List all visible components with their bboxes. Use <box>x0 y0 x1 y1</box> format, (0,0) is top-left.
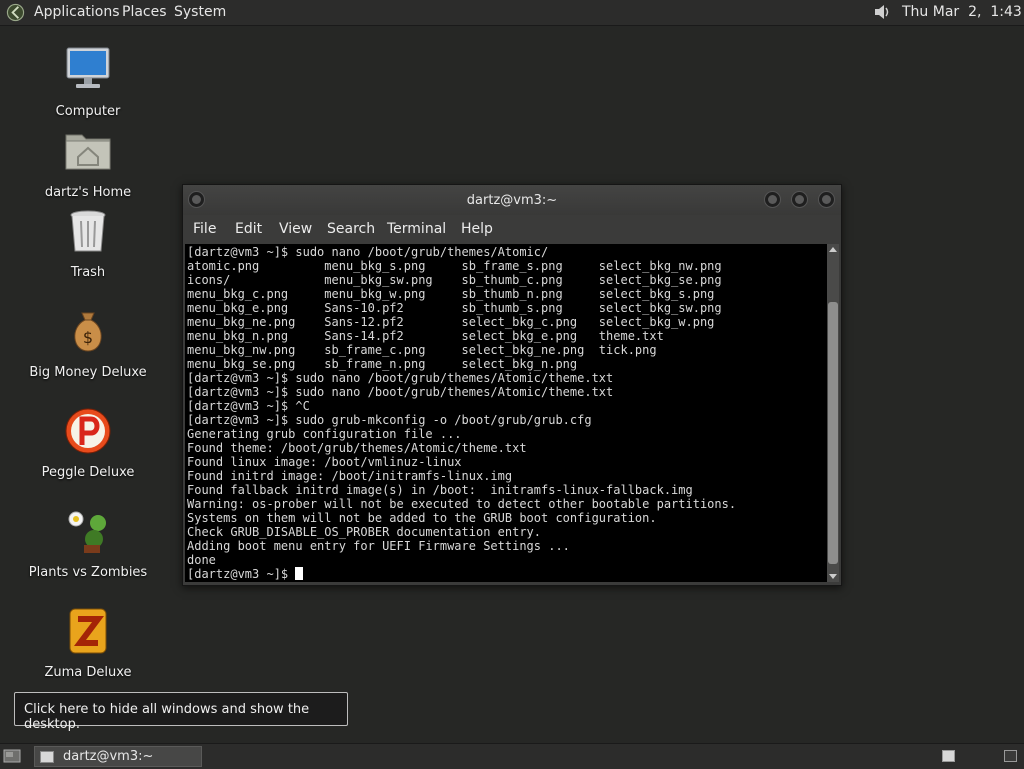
terminal-line: [dartz@vm3 ~]$ sudo nano /boot/grub/them… <box>187 245 549 259</box>
money-bag-icon: $ <box>74 312 102 352</box>
show-desktop-tooltip: Click here to hide all windows and show … <box>14 692 348 732</box>
scrollbar-thumb[interactable] <box>828 302 838 564</box>
workspace-2[interactable] <box>1004 750 1017 762</box>
terminal-line: [dartz@vm3 ~]$ ^C <box>187 399 310 413</box>
terminal-line: menu_bkg_ne.png Sans-12.pf2 select_bkg_c… <box>187 315 715 329</box>
terminal-line: Found initrd image: /boot/initramfs-linu… <box>187 469 513 483</box>
taskbar-item-label: dartz@vm3:~ <box>63 749 154 764</box>
desktop-icon-label: Peggle Deluxe <box>41 465 135 480</box>
terminal-line: menu_bkg_nw.png sb_frame_c.png select_bk… <box>187 343 657 357</box>
terminal-line: menu_bkg_se.png sb_frame_n.png select_bk… <box>187 357 578 371</box>
terminal-menubar: File Edit View Search Terminal Help <box>183 215 841 243</box>
trash-icon <box>70 210 106 252</box>
terminal-line: menu_bkg_c.png menu_bkg_w.png sb_thumb_n… <box>187 287 715 301</box>
desktop-icon-peggle[interactable]: Peggle Deluxe <box>23 407 153 480</box>
terminal-line: Found theme: /boot/grub/themes/Atomic/th… <box>187 441 527 455</box>
terminal-scrollbar[interactable] <box>827 244 839 582</box>
peggle-icon <box>65 408 111 454</box>
places-menu[interactable]: Places <box>122 4 167 20</box>
show-desktop-icon[interactable] <box>3 748 21 764</box>
terminal-line: [dartz@vm3 ~]$ sudo grub-mkconfig -o /bo… <box>187 413 592 427</box>
desktop-icon-label: Zuma Deluxe <box>44 665 132 680</box>
maximize-icon[interactable] <box>791 191 808 208</box>
top-panel: Applications Places System Thu Mar 2, 1:… <box>0 0 1024 26</box>
desktop-icon-plants-vs-zombies[interactable]: Plants vs Zombies <box>23 507 153 580</box>
text-cursor <box>295 567 304 580</box>
home-folder-icon <box>65 134 111 170</box>
menu-help[interactable]: Help <box>461 221 493 237</box>
menu-view[interactable]: View <box>279 221 312 237</box>
terminal-line: done <box>187 553 216 567</box>
terminal-line: [dartz@vm3 ~]$ sudo nano /boot/grub/them… <box>187 385 614 399</box>
desktop-icon-computer[interactable]: Computer <box>23 46 153 119</box>
taskbar-item-terminal[interactable]: dartz@vm3:~ <box>34 746 202 767</box>
terminal-line: Adding boot menu entry for UEFI Firmware… <box>187 539 570 553</box>
terminal-prompt: [dartz@vm3 ~]$ <box>187 567 296 581</box>
terminal-line: menu_bkg_e.png Sans-10.pf2 sb_thumb_s.pn… <box>187 301 722 315</box>
terminal-line: Found linux image: /boot/vmlinuz-linux <box>187 455 462 469</box>
terminal-line: Warning: os-prober will not be executed … <box>187 497 737 511</box>
svg-text:$: $ <box>83 328 93 347</box>
terminal-line: atomic.png menu_bkg_s.png sb_frame_s.png… <box>187 259 722 273</box>
terminal-line: icons/ menu_bkg_sw.png sb_thumb_c.png se… <box>187 273 722 287</box>
terminal-line: [dartz@vm3 ~]$ sudo nano /boot/grub/them… <box>187 371 614 385</box>
terminal-line: Generating grub configuration file ... <box>187 427 462 441</box>
terminal-line: menu_bkg_n.png Sans-14.pf2 select_bkg_e.… <box>187 329 664 343</box>
menu-terminal[interactable]: Terminal <box>387 221 446 237</box>
menu-search[interactable]: Search <box>327 221 375 237</box>
desktop-icon-home[interactable]: dartz's Home <box>23 127 153 200</box>
desktop-icon-label: Computer <box>55 104 121 119</box>
terminal-line: Systems on them will not be added to the… <box>187 511 657 525</box>
zuma-icon <box>69 608 107 654</box>
window-title: dartz@vm3:~ <box>466 193 558 208</box>
workspace-1[interactable] <box>942 750 955 762</box>
bottom-panel: dartz@vm3:~ <box>0 743 1024 769</box>
menu-file[interactable]: File <box>193 221 216 237</box>
minimize-icon[interactable] <box>764 191 781 208</box>
scroll-down-icon[interactable] <box>829 574 837 579</box>
computer-icon <box>66 47 110 88</box>
desktop-icon-zuma[interactable]: Zuma Deluxe <box>23 607 153 680</box>
terminal-titlebar[interactable]: dartz@vm3:~ <box>183 185 841 215</box>
terminal-line: Check GRUB_DISABLE_OS_PROBER documentati… <box>187 525 542 539</box>
terminal-icon <box>40 751 54 763</box>
terminal-line: Found fallback initrd image(s) in /boot:… <box>187 483 693 497</box>
terminal-window[interactable]: dartz@vm3:~ File Edit View Search Termin… <box>182 184 842 586</box>
terminal-output[interactable]: [dartz@vm3 ~]$ sudo nano /boot/grub/them… <box>185 244 827 582</box>
applications-menu[interactable]: Applications <box>34 4 120 20</box>
plants-vs-zombies-icon <box>68 511 106 553</box>
desktop-icon-label: Big Money Deluxe <box>29 365 147 380</box>
scroll-up-icon[interactable] <box>829 247 837 252</box>
desktop-icon-label: dartz's Home <box>44 185 132 200</box>
volume-icon[interactable] <box>872 2 892 22</box>
desktop-icon-big-money[interactable]: $ Big Money Deluxe <box>23 307 153 380</box>
system-menu[interactable]: System <box>174 4 226 20</box>
distro-logo-icon[interactable] <box>6 3 25 22</box>
menu-edit[interactable]: Edit <box>235 221 262 237</box>
desktop-icon-label: Plants vs Zombies <box>28 565 148 580</box>
clock[interactable]: Thu Mar 2, 1:43 AM <box>902 4 1024 20</box>
desktop-icon-label: Trash <box>70 265 106 280</box>
desktop-icon-trash[interactable]: Trash <box>23 207 153 280</box>
close-icon[interactable] <box>818 191 835 208</box>
